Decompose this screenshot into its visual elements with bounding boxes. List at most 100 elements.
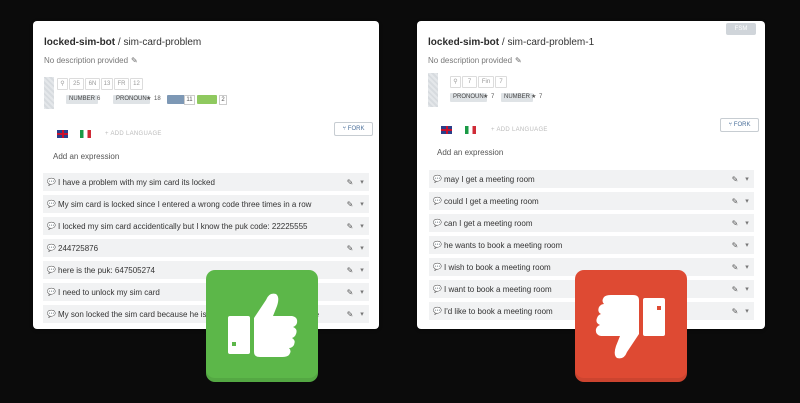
stats-sidebar <box>428 73 438 107</box>
entity-tag-number[interactable]: NUMBER <box>66 95 99 104</box>
entity-tag-blue[interactable] <box>167 95 185 104</box>
pencil-icon[interactable]: ✎ <box>345 244 355 253</box>
expression-row[interactable]: 💬 could I get a meeting room ✎ ▾ <box>429 192 754 211</box>
chat-bubble-icon: 💬 <box>433 264 442 271</box>
pencil-icon[interactable]: ✎ <box>730 241 740 250</box>
pencil-icon[interactable]: ✎ <box>345 310 355 319</box>
intent-title: locked-sim-bot / sim-card-problem-1 <box>428 37 594 48</box>
thumbs-down-icon <box>595 295 665 359</box>
chat-bubble-icon: 💬 <box>47 201 56 208</box>
chevron-down-icon[interactable]: ▾ <box>355 310 369 318</box>
pencil-icon[interactable]: ✎ <box>730 219 740 228</box>
pencil-icon[interactable]: ✎ <box>345 200 355 209</box>
chat-bubble-icon: 💬 <box>433 198 442 205</box>
thumbs-down-badge <box>575 270 687 382</box>
pencil-icon[interactable]: ✎ <box>730 263 740 272</box>
chat-bubble-icon: 💬 <box>47 311 56 318</box>
expression-text: My sim card is locked since I entered a … <box>58 199 312 209</box>
fsm-button[interactable]: FSM <box>726 23 756 35</box>
entity-tag-count: 7 <box>539 94 543 100</box>
chat-bubble-icon: 💬 <box>433 220 442 227</box>
entity-tag-count: 6 <box>97 96 101 102</box>
intent-title: locked-sim-bot / sim-card-problem <box>44 37 201 48</box>
pencil-icon[interactable]: ✎ <box>730 285 740 294</box>
expression-row[interactable]: 💬 My sim card is locked since I entered … <box>43 195 369 214</box>
chat-bubble-icon: 💬 <box>47 289 56 296</box>
chevron-down-icon[interactable]: ▾ <box>740 285 754 293</box>
expression-row[interactable]: 💬 may I get a meeting room ✎ ▾ <box>429 170 754 189</box>
fork-button[interactable]: ⑂ FORK <box>334 122 373 136</box>
chevron-down-icon[interactable]: ▾ <box>355 288 369 296</box>
flag-uk-icon[interactable] <box>57 130 68 138</box>
flag-uk-icon[interactable] <box>441 126 452 134</box>
chevron-down-icon[interactable]: ▾ <box>740 263 754 271</box>
thumbs-up-badge <box>206 270 318 382</box>
stat-box: 6N <box>85 78 100 90</box>
chat-bubble-icon: 💬 <box>433 286 442 293</box>
entity-tag-number[interactable]: NUMBER <box>501 93 534 102</box>
stats-sidebar <box>44 77 54 109</box>
expression-text: could I get a meeting room <box>444 196 539 206</box>
chevron-down-icon[interactable]: ▾ <box>740 219 754 227</box>
pin-icon[interactable]: ⚲ <box>57 78 68 90</box>
entity-tag-pronoun[interactable]: PRONOUN <box>113 95 150 104</box>
chevron-down-icon[interactable]: ▾ <box>740 197 754 205</box>
chevron-down-icon[interactable]: ▾ <box>355 266 369 274</box>
bot-name-link[interactable]: locked-sim-bot <box>428 37 499 48</box>
flag-italy-icon[interactable] <box>465 126 476 134</box>
pencil-icon[interactable]: ✎ <box>345 288 355 297</box>
pencil-icon[interactable]: ✎ <box>345 222 355 231</box>
add-expression-input[interactable]: Add an expression <box>53 152 119 161</box>
pencil-icon[interactable]: ✎ <box>345 266 355 275</box>
chevron-down-icon[interactable]: ▾ <box>740 307 754 315</box>
intent-description[interactable]: No description provided ✎ <box>428 56 522 65</box>
description-text: No description provided <box>428 56 513 65</box>
stat-box: FR <box>114 78 129 90</box>
entity-tag-count: 18 <box>154 96 161 102</box>
expression-row[interactable]: 💬 I locked my sim card accidentically bu… <box>43 217 369 236</box>
add-expression-input[interactable]: Add an expression <box>437 148 503 157</box>
stat-box: Fin <box>478 76 494 88</box>
fork-button[interactable]: ⑂ FORK <box>720 118 759 132</box>
entity-tag-green[interactable] <box>197 95 217 104</box>
thumbs-up-icon <box>228 293 298 357</box>
chevron-down-icon[interactable]: ▾ <box>740 175 754 183</box>
bot-name-link[interactable]: locked-sim-bot <box>44 37 115 48</box>
entity-tag-pronoun[interactable]: PRONOUN <box>450 93 487 102</box>
pencil-icon[interactable]: ✎ <box>515 56 522 65</box>
add-language-button[interactable]: + ADD LANGUAGE <box>105 131 162 137</box>
add-language-button[interactable]: + ADD LANGUAGE <box>491 127 548 133</box>
pencil-icon[interactable]: ✎ <box>730 197 740 206</box>
intent-name: / sim-card-problem-1 <box>499 37 595 48</box>
expression-row[interactable]: 💬 I have a problem with my sim card its … <box>43 173 369 192</box>
pencil-icon[interactable]: ✎ <box>131 56 138 65</box>
expression-row[interactable]: 💬 244725876 ✎ ▾ <box>43 239 369 258</box>
stat-box: 7 <box>495 76 507 88</box>
chevron-down-icon[interactable]: ▾ <box>355 244 369 252</box>
intent-description[interactable]: No description provided ✎ <box>44 56 138 65</box>
stat-box: 25 <box>69 78 84 90</box>
flag-italy-icon[interactable] <box>80 130 91 138</box>
expression-text: I locked my sim card accidentically but … <box>58 221 308 231</box>
expression-row[interactable]: 💬 can I get a meeting room ✎ ▾ <box>429 214 754 233</box>
chevron-down-icon[interactable]: ▾ <box>355 178 369 186</box>
expression-row[interactable]: 💬 he wants to book a meeting room ✎ ▾ <box>429 236 754 255</box>
expression-text: I have a problem with my sim card its lo… <box>58 177 215 187</box>
expression-text: can I get a meeting room <box>444 218 533 228</box>
chevron-down-icon[interactable]: ▾ <box>355 222 369 230</box>
chevron-down-icon[interactable]: ▾ <box>355 200 369 208</box>
chat-bubble-icon: 💬 <box>47 267 56 274</box>
pin-icon[interactable]: ⚲ <box>450 76 461 88</box>
chevron-down-icon[interactable]: ▾ <box>740 241 754 249</box>
star-icon: ★ <box>146 96 152 102</box>
pencil-icon[interactable]: ✎ <box>730 175 740 184</box>
chat-bubble-icon: 💬 <box>433 176 442 183</box>
star-icon: ★ <box>531 94 537 100</box>
pencil-icon[interactable]: ✎ <box>345 178 355 187</box>
entity-tag-count: 2 <box>219 95 227 105</box>
pencil-icon[interactable]: ✎ <box>730 307 740 316</box>
chat-bubble-icon: 💬 <box>47 179 56 186</box>
entity-tag-count: 7 <box>491 94 495 100</box>
entity-tag-count: 11 <box>184 95 195 105</box>
chat-bubble-icon: 💬 <box>47 245 56 252</box>
